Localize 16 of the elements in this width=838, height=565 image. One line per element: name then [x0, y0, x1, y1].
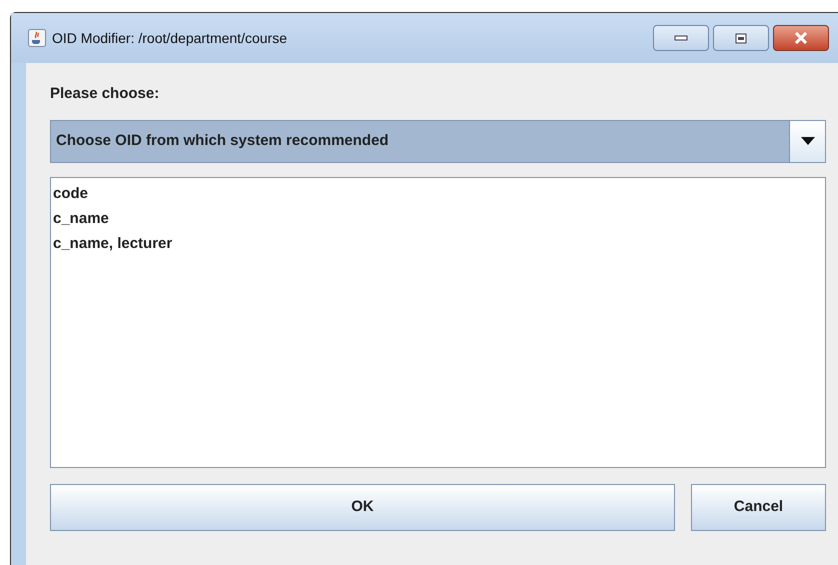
list-item[interactable]: code — [53, 180, 88, 206]
caret-icon[interactable] — [800, 137, 814, 145]
maximize-button[interactable] — [713, 25, 769, 51]
maximize-icon[interactable] — [735, 32, 747, 44]
close-button[interactable] — [773, 25, 829, 51]
java-cup-icon — [28, 29, 46, 47]
ok-button[interactable]: OK — [50, 484, 675, 530]
window-title: OID Modifier: /root/department/course — [52, 28, 287, 48]
close-icon[interactable] — [794, 32, 808, 44]
oid-dropdown[interactable]: Choose OID from which system recommended — [50, 120, 826, 162]
cancel-button[interactable]: Cancel — [691, 484, 826, 530]
list-item[interactable]: c_name, lecturer — [53, 230, 172, 256]
prompt-label: Please choose: — [50, 84, 160, 104]
minimize-button[interactable] — [653, 25, 709, 51]
minimize-icon[interactable] — [674, 35, 688, 41]
list-item[interactable]: c_name — [53, 206, 109, 230]
